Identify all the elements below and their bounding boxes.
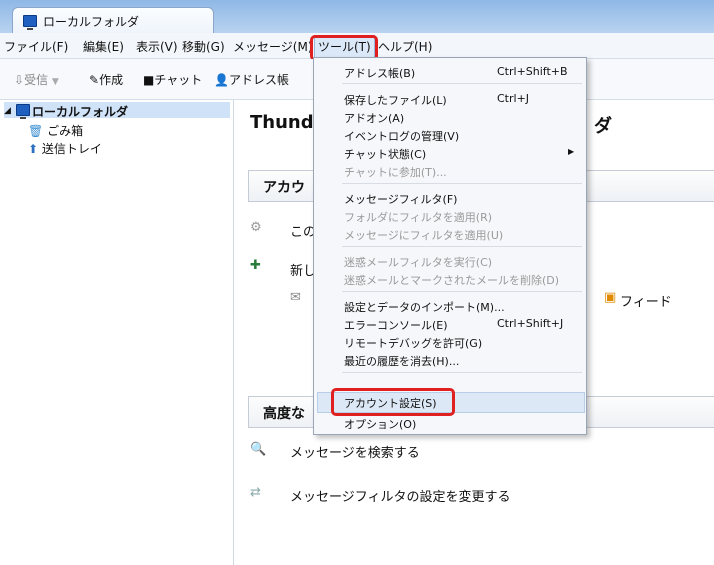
menu-message[interactable]: メッセージ(M) xyxy=(233,38,312,55)
tools-menu-popup: アドレス帳(B) Ctrl+Shift+B 保存したファイル(L) Ctrl+J… xyxy=(313,57,587,435)
filter-settings-link[interactable]: メッセージフィルタの設定を変更する xyxy=(290,486,510,505)
menu-item-run-junk-filter: 迷惑メールフィルタを実行(C) xyxy=(344,256,493,269)
trash-icon: 🗑 xyxy=(28,124,44,138)
menu-edit[interactable]: 編集(E) xyxy=(83,38,124,55)
submenu-arrow-icon: ▶ xyxy=(568,147,575,156)
menu-item-saved-files[interactable]: 保存したファイル(L) xyxy=(344,92,447,108)
folder-trash[interactable]: 🗑 ごみ箱 xyxy=(28,122,83,139)
folder-outbox[interactable]: ⬆ 送信トレイ xyxy=(28,140,102,157)
gear-icon: ⚙ xyxy=(250,220,262,235)
menu-item-address-book[interactable]: アドレス帳(B) xyxy=(344,65,415,81)
menu-help[interactable]: ヘルプ(H) xyxy=(378,38,432,55)
folder-pane: ◢ ローカルフォルダ 🗑 ごみ箱 ⬆ 送信トレイ xyxy=(0,100,234,565)
search-messages-link[interactable]: メッセージを検索する xyxy=(290,442,420,461)
menu-file[interactable]: ファイル(F) xyxy=(4,38,68,55)
local-folder-icon xyxy=(23,15,37,30)
compose-button[interactable]: ✎作成 xyxy=(89,71,123,88)
local-folder-icon xyxy=(16,104,30,119)
folder-local-folders[interactable]: ◢ ローカルフォルダ xyxy=(4,102,230,119)
receive-button[interactable]: ⇩受信 ▼ xyxy=(14,71,59,88)
menu-item-import[interactable]: 設定とデータのインポート(M)... xyxy=(344,299,505,315)
feed-link[interactable]: フィード xyxy=(620,291,672,310)
mail-icon: ✉ xyxy=(290,290,301,305)
address-book-button[interactable]: 👤アドレス帳 xyxy=(214,71,289,88)
shortcut-error-console: Ctrl+Shift+J xyxy=(497,317,564,330)
menu-item-options[interactable]: オプション(O) xyxy=(344,416,416,432)
tab-local-folders[interactable]: ローカルフォルダ xyxy=(12,7,214,34)
account-settings-highlight xyxy=(331,388,455,416)
menu-item-clear-history[interactable]: 最近の履歴を消去(H)... xyxy=(344,353,459,369)
menu-separator xyxy=(342,291,582,292)
menu-separator xyxy=(342,372,582,373)
menu-item-event-log[interactable]: イベントログの管理(V) xyxy=(344,128,459,144)
shortcut-address-book: Ctrl+Shift+B xyxy=(497,65,568,78)
menu-item-run-filters-folder: フォルダにフィルタを適用(R) xyxy=(344,211,493,224)
page-title: Thund xyxy=(250,112,314,133)
chevron-down-icon: ▼ xyxy=(51,77,59,87)
menu-item-error-console[interactable]: エラーコンソール(E) xyxy=(344,317,448,333)
pencil-icon: ✎ xyxy=(89,73,100,87)
menu-separator xyxy=(342,83,582,84)
menu-item-message-filters[interactable]: メッセージフィルタ(F) xyxy=(344,191,457,207)
menu-item-join-chat: チャットに参加(T)... xyxy=(344,166,447,179)
feed-icon: ▣ xyxy=(604,290,617,305)
menu-view[interactable]: 表示(V) xyxy=(136,38,178,55)
chat-button[interactable]: ■チャット xyxy=(143,71,202,88)
outbox-icon: ⬆ xyxy=(28,142,39,156)
new-account-icon: ✚ xyxy=(250,258,261,273)
search-icon: 🔍 xyxy=(250,442,267,457)
person-icon: 👤 xyxy=(214,73,229,87)
download-icon: ⇩ xyxy=(14,73,25,87)
menu-separator xyxy=(342,246,582,247)
tab-label: ローカルフォルダ xyxy=(43,15,140,29)
page-title-tail: ダ xyxy=(594,116,612,137)
menu-go[interactable]: 移動(G) xyxy=(182,38,225,55)
menu-item-remote-debug[interactable]: リモートデバッグを許可(G) xyxy=(344,335,482,351)
shortcut-saved-files: Ctrl+J xyxy=(497,92,530,105)
expand-arrow-icon: ◢ xyxy=(4,106,11,116)
filter-icon: ⇄ xyxy=(250,485,261,500)
chat-icon: ■ xyxy=(143,73,155,87)
menu-item-chat-status[interactable]: チャット状態(C) xyxy=(344,146,426,162)
menu-item-delete-junk: 迷惑メールとマークされたメールを削除(D) xyxy=(344,274,560,287)
menu-item-addons[interactable]: アドオン(A) xyxy=(344,110,404,126)
title-bar: ローカルフォルダ xyxy=(0,0,714,34)
menu-item-run-filters-message: メッセージにフィルタを適用(U) xyxy=(344,229,504,242)
menu-separator xyxy=(342,183,582,184)
